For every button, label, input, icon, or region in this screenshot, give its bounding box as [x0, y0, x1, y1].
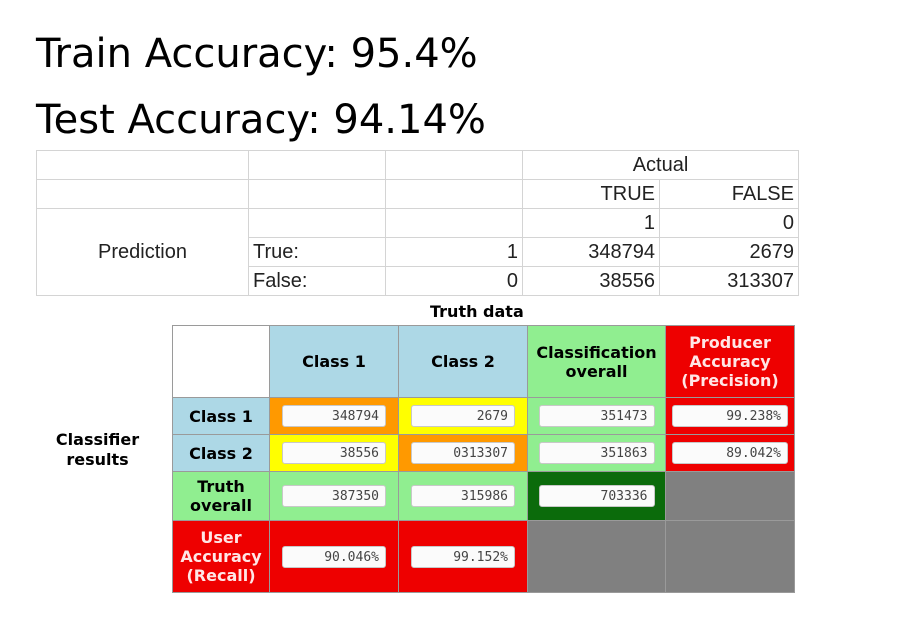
value-class1-class1[interactable]: 348794 — [282, 405, 386, 427]
value-truth-class1[interactable]: 387350 — [282, 485, 386, 507]
predicted-true-code: 1 — [385, 237, 523, 267]
value-user-class2[interactable]: 99.152% — [411, 545, 515, 568]
sheet-cell — [385, 208, 523, 238]
actual-false-code: 0 — [659, 208, 799, 238]
row-label-class-2: Class 2 — [172, 434, 270, 472]
matrix-corner — [172, 325, 270, 398]
prediction-label: Prediction — [36, 208, 249, 296]
truth-data-title: Truth data — [430, 302, 524, 321]
actual-true-code: 1 — [522, 208, 660, 238]
sheet-cell — [248, 179, 386, 209]
sheet-cell — [385, 179, 523, 209]
true-positive-value: 348794 — [522, 237, 660, 267]
value-class2-producer[interactable]: 89.042% — [672, 442, 788, 464]
row-label-class-1: Class 1 — [172, 397, 270, 435]
empty-gray-cell — [527, 520, 666, 593]
actual-false-label: FALSE — [659, 179, 799, 209]
header-class-1: Class 1 — [269, 325, 399, 398]
predicted-true-label: True: — [248, 237, 386, 267]
row-label-user-accuracy: User Accuracy (Recall) — [172, 520, 270, 593]
header-class-2: Class 2 — [398, 325, 528, 398]
value-class2-class2[interactable]: 0313307 — [411, 442, 515, 464]
actual-header: Actual — [522, 150, 799, 180]
header-producer-accuracy: Producer Accuracy (Precision) — [665, 325, 795, 398]
value-class2-overall[interactable]: 351863 — [538, 442, 655, 464]
value-user-class1[interactable]: 90.046% — [282, 545, 386, 568]
classifier-results-label: Classifier results — [55, 430, 140, 469]
empty-gray-cell — [665, 471, 795, 521]
false-positive-value: 2679 — [659, 237, 799, 267]
test-accuracy-heading: Test Accuracy: 94.14% — [36, 97, 486, 143]
predicted-false-code: 0 — [385, 266, 523, 296]
value-class1-producer[interactable]: 99.238% — [672, 405, 788, 427]
value-class2-class1[interactable]: 38556 — [282, 442, 386, 464]
sheet-cell — [248, 208, 386, 238]
actual-true-label: TRUE — [522, 179, 660, 209]
header-classification-overall: Classification overall — [527, 325, 666, 398]
sheet-cell — [385, 150, 523, 180]
true-negative-value: 313307 — [659, 266, 799, 296]
empty-gray-cell — [665, 520, 795, 593]
sheet-cell — [36, 179, 249, 209]
predicted-false-label: False: — [248, 266, 386, 296]
false-negative-value: 38556 — [522, 266, 660, 296]
sheet-cell — [36, 150, 249, 180]
value-class1-class2[interactable]: 2679 — [411, 405, 515, 427]
value-class1-overall[interactable]: 351473 — [538, 405, 655, 427]
sheet-cell — [248, 150, 386, 180]
train-accuracy-heading: Train Accuracy: 95.4% — [36, 31, 478, 77]
row-label-truth-overall: Truth overall — [172, 471, 270, 521]
prediction-spreadsheet: Actual TRUE FALSE Prediction 1 0 True: 1… — [36, 150, 799, 296]
value-truth-overall[interactable]: 703336 — [538, 485, 655, 507]
confusion-matrix: Class 1 Class 2 Classification overall P… — [172, 325, 795, 593]
value-truth-class2[interactable]: 315986 — [411, 485, 515, 507]
